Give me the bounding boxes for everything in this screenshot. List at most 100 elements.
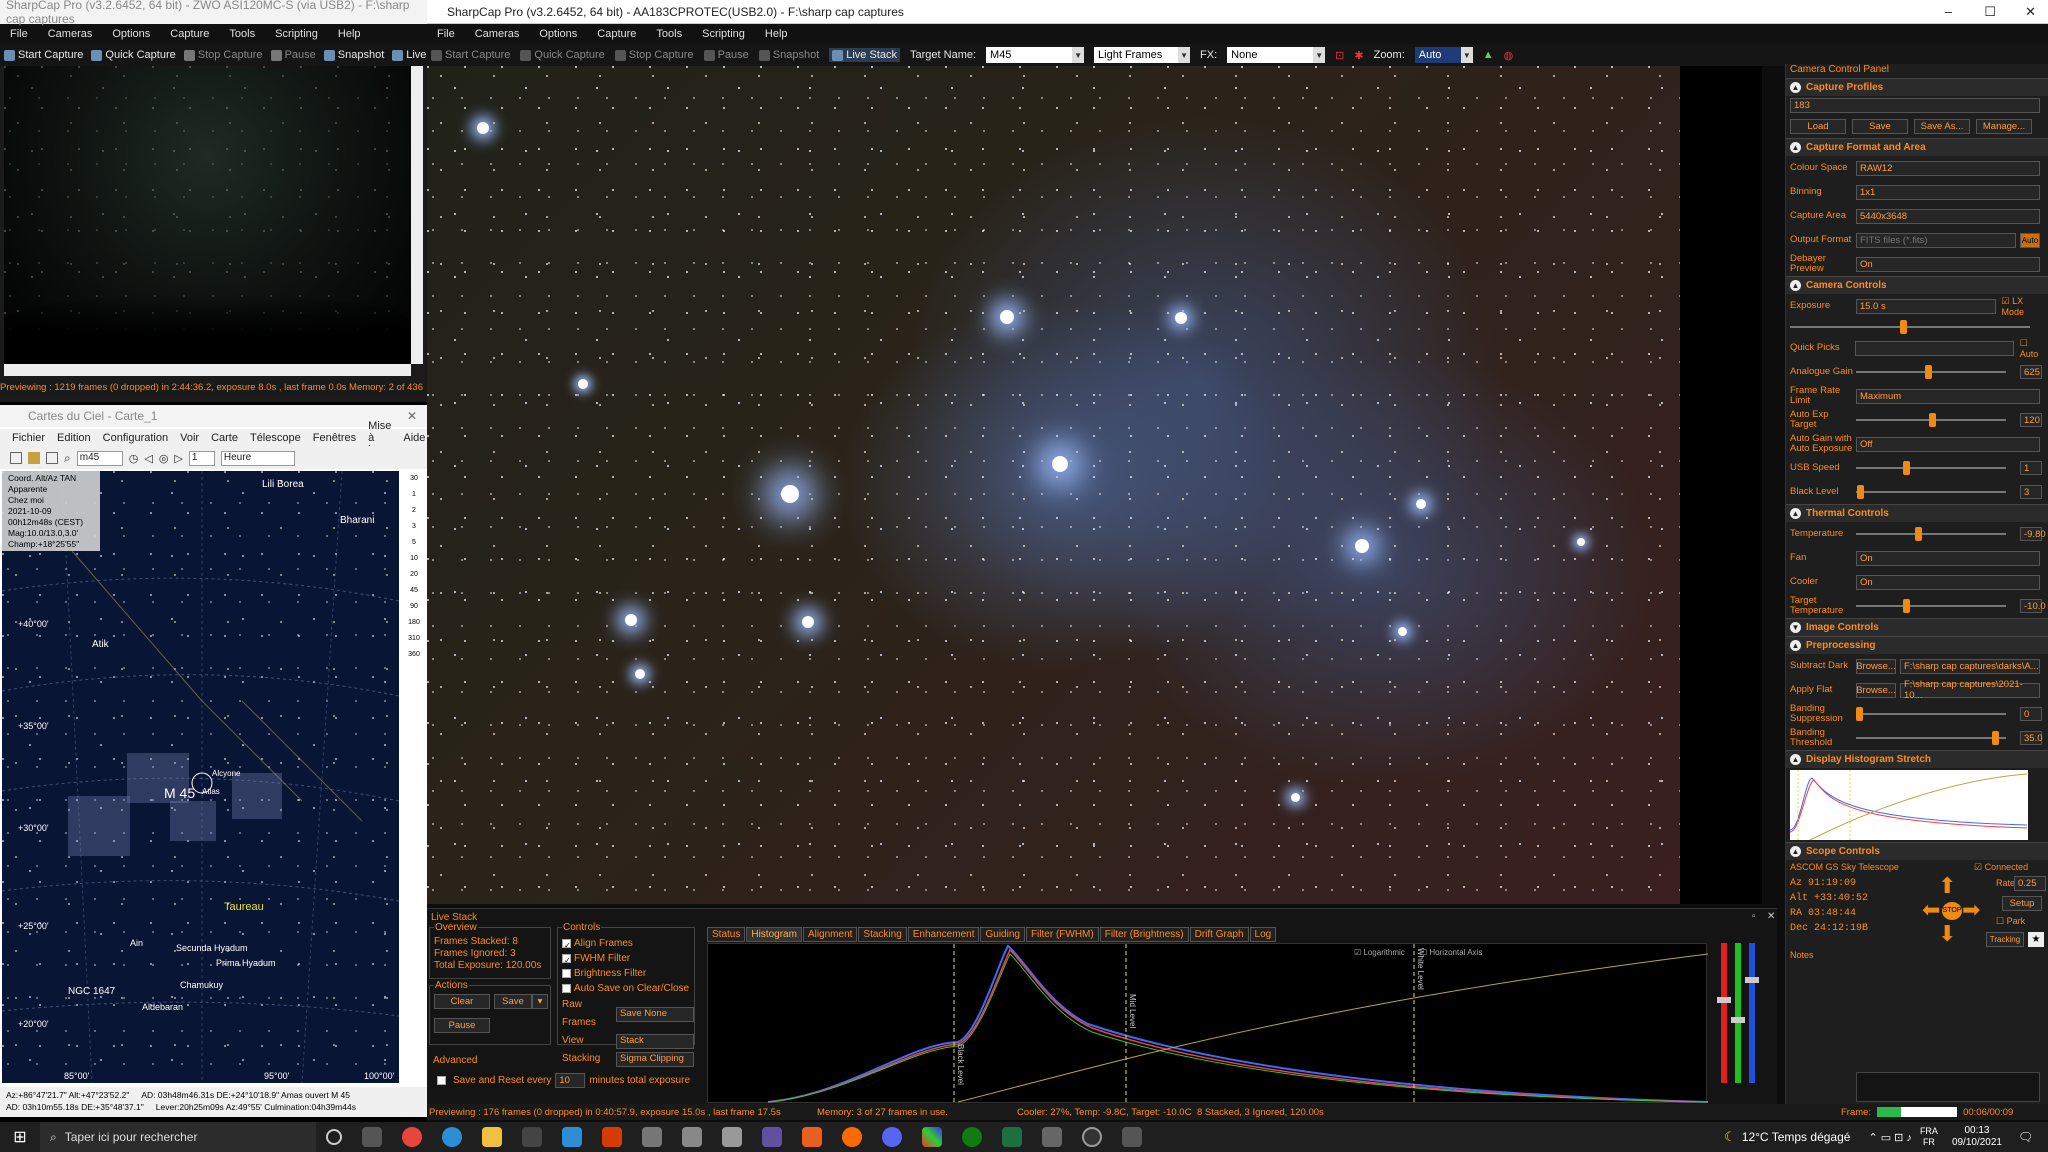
live-stack-image[interactable] [427,66,1680,904]
office-icon[interactable] [602,1127,622,1147]
zoom-level[interactable]: 360 [408,651,420,658]
menu-options[interactable]: Options [102,28,160,40]
load-profile-button[interactable]: Load [1790,119,1846,134]
browse-flat-button[interactable]: Browse... [1856,682,1896,698]
tab-alignment[interactable]: Alignment [802,927,858,942]
calculator-icon[interactable] [722,1127,742,1147]
zoom-level[interactable]: 2 [412,507,416,514]
brush-icon[interactable] [682,1127,702,1147]
output-format-select[interactable]: FITS files (*.fits) [1856,232,2016,248]
arrow-down-icon[interactable]: ⬇ [1938,923,1956,945]
fx-select[interactable]: None ▼ [1227,47,1326,63]
zoom-level[interactable]: 5 [412,539,416,546]
forward-icon[interactable]: ▷ [174,452,182,465]
weather-text[interactable]: 12°C Temps dégagé [1742,1130,1851,1144]
close-icon[interactable]: ✕ [1767,911,1775,922]
menu-voir[interactable]: Voir [174,432,205,444]
thermal-select[interactable]: On [1856,550,2040,566]
tab-stacking[interactable]: Stacking [858,927,907,942]
browse-dark-button[interactable]: Browse... [1856,658,1896,674]
close-button[interactable]: ✕ [2025,4,2036,20]
clear-button[interactable]: Clear [434,994,490,1009]
scope-controls-header[interactable]: ▲ Scope Controls [1786,842,2048,860]
banding-threshold-slider[interactable] [1856,731,2006,745]
autosave-checkbox[interactable] [562,983,571,993]
language-indicator[interactable]: FRA FR [1920,1126,1938,1148]
auto-button[interactable]: Auto [2020,232,2040,248]
slider-thumb[interactable] [1903,461,1911,475]
frame-type-select[interactable]: Light Frames ▼ [1094,47,1191,63]
menu-tools[interactable]: Tools [219,28,265,40]
menu-tools[interactable]: Tools [646,28,692,40]
minimize-button[interactable]: – [1945,4,1952,19]
tab-filter-fwhm[interactable]: Filter (FWHM) [1025,927,1099,942]
windows-start-icon[interactable]: ⊞ [0,1127,40,1147]
notification-icon[interactable]: 🗨 [2018,1130,2042,1144]
thermal-slider[interactable] [1856,599,2006,613]
clock-icon[interactable]: ◷ [129,452,139,465]
reticle-icon[interactable]: ⊡ [1335,49,1344,62]
align-checkbox[interactable] [562,938,571,953]
calendar-icon[interactable] [10,452,22,464]
banding-suppression-value[interactable]: 0 [2020,707,2042,721]
maximize-button[interactable]: ☐ [1984,4,1996,20]
zoom-level[interactable]: 1 [412,491,416,498]
dark-path-select[interactable]: F:\sharp cap captures\darks\A... [1900,658,2040,674]
banding-threshold-value[interactable]: 35.0 [2020,731,2043,745]
auto-exposure-checkbox[interactable]: ☐ Auto [2020,338,2048,359]
camera-select[interactable]: Maximum [1856,388,2040,404]
start-capture-button[interactable]: Start Capture [431,49,510,61]
exposure-slider[interactable] [1790,320,2030,334]
pin-icon[interactable]: ▫ [1752,911,1756,922]
save-as-profile-button[interactable]: Save As... [1914,119,1970,134]
thermal-slider[interactable] [1856,527,2006,541]
camera-select[interactable]: Off [1856,436,2040,452]
stretch-histogram[interactable] [1789,770,2028,841]
discord-icon[interactable] [882,1127,902,1147]
camera-value[interactable]: 1 [2020,461,2042,475]
save-button[interactable]: Save [494,994,532,1009]
color-balance-sliders[interactable] [1717,943,1763,1093]
park-checkbox[interactable]: ☐ Park [1996,916,2025,927]
stop-button[interactable]: STOP [1942,902,1962,920]
save-reset-checkbox[interactable] [437,1076,446,1085]
pause-button[interactable]: Pause [270,49,316,61]
pause-button[interactable]: Pause [703,49,749,61]
image-controls-header[interactable]: ▼ Image Controls [1786,618,2048,636]
fwhm-checkbox[interactable] [562,953,571,968]
menu-capture[interactable]: Capture [160,28,219,40]
quick-capture-button[interactable]: Quick Capture [91,49,176,61]
paint-icon[interactable] [642,1127,662,1147]
horizontal-scrollbar[interactable] [4,364,411,376]
banding-suppression-slider[interactable] [1856,707,2006,721]
profile-select[interactable]: 183 [1790,98,2040,113]
zoom-level[interactable]: 180 [408,619,420,626]
store-icon[interactable] [522,1127,542,1147]
cortana-icon[interactable] [326,1129,342,1145]
slider-thumb[interactable] [1924,365,1932,379]
tab-status[interactable]: Status [707,927,746,942]
target-name-select[interactable]: M45 ▼ [986,47,1085,63]
zoom-level[interactable]: 3 [412,523,416,530]
thermal-value[interactable]: -9.80 [2020,527,2046,541]
menu-cameras[interactable]: Cameras [38,28,103,40]
task-view-icon[interactable] [362,1127,382,1147]
tab-drift-graph[interactable]: Drift Graph [1189,927,1249,942]
save-profile-button[interactable]: Save [1852,119,1908,134]
sharpcap-taskbar-icon[interactable] [1082,1127,1102,1147]
zoom-select[interactable]: Auto ▼ [1414,47,1473,63]
photo-icon[interactable] [762,1127,782,1147]
menu-scripting[interactable]: Scripting [692,28,755,40]
zoom-level[interactable]: 310 [408,635,420,642]
vertical-scrollbar[interactable] [411,66,423,364]
reset-icon[interactable]: ◎ [159,452,169,465]
slider-thumb[interactable] [1914,527,1922,541]
back-icon[interactable]: ◁ [144,452,152,465]
book-icon[interactable] [28,452,40,464]
tab-log[interactable]: Log [1249,927,1277,942]
zoom-level[interactable]: 30 [410,475,418,482]
setup-button[interactable]: Setup [2002,896,2042,911]
camera-slider[interactable] [1856,461,2006,475]
menu-edition[interactable]: Edition [51,432,97,444]
camera-value[interactable]: 625 [2020,365,2042,379]
